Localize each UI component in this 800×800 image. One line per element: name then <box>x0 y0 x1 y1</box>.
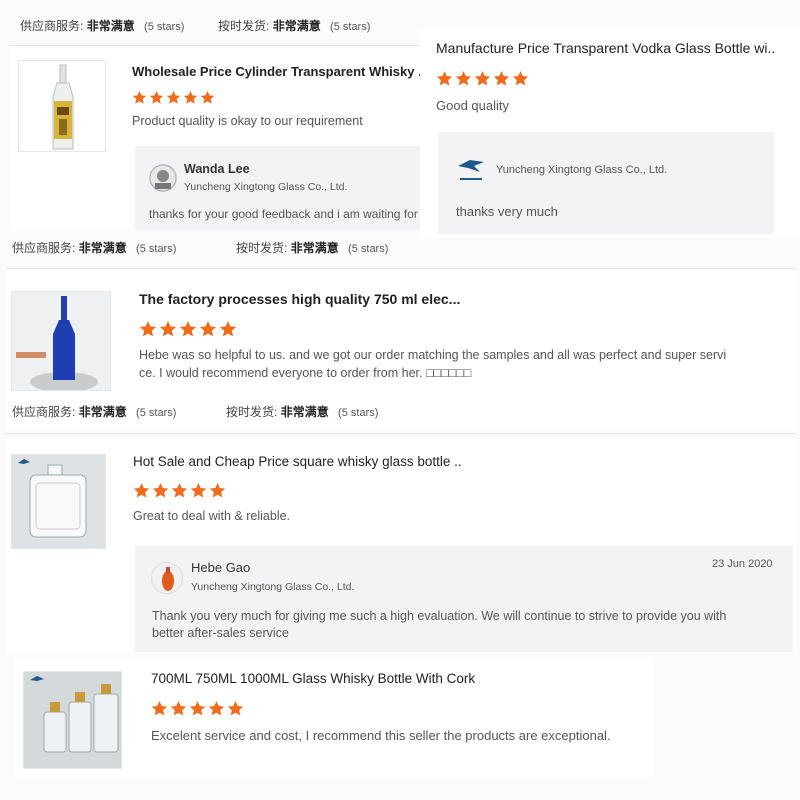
star-icon <box>189 700 206 717</box>
star-icon <box>455 70 472 87</box>
star-icon <box>493 70 510 87</box>
divider <box>6 433 796 434</box>
product-title-5[interactable]: 700ML 750ML 1000ML Glass Whisky Bottle W… <box>151 671 571 686</box>
star-icon <box>132 90 147 105</box>
review-text-3-line1: Hebe was so helpful to us. and we got ou… <box>139 348 727 362</box>
service-rating-3: 供应商服务: 非常满意 (5 stars) <box>12 405 177 419</box>
delivery-rating-2: 按时发货: 非常满意 (5 stars) <box>236 241 389 255</box>
star-icon <box>179 320 197 338</box>
reply-text-2: thanks very much <box>456 204 558 219</box>
divider <box>6 268 796 269</box>
star-icon <box>139 320 157 338</box>
avatar-icon <box>151 562 183 594</box>
rating-stars-5 <box>151 700 244 717</box>
product-title-1[interactable]: Wholesale Price Cylinder Transparent Whi… <box>132 64 422 79</box>
star-icon <box>200 90 215 105</box>
reply-company: Yuncheng Xingtong Glass Co., Ltd. <box>184 181 348 193</box>
star-icon <box>170 700 187 717</box>
reply-company: Yuncheng Xingtong Glass Co., Ltd. <box>191 581 355 593</box>
rating-stars-4 <box>133 482 226 499</box>
service-rating-2: 供应商服务: 非常满意 (5 stars) <box>12 241 177 255</box>
reply-text-4-line1: Thank you very much for giving me such a… <box>152 609 727 623</box>
blue-bottle-image <box>12 292 110 390</box>
star-icon <box>171 482 188 499</box>
avatar-icon <box>149 164 177 192</box>
reply-author-name: Wanda Lee <box>184 162 250 176</box>
review-text-1: Product quality is okay to our requireme… <box>132 114 363 128</box>
star-icon <box>219 320 237 338</box>
star-icon <box>209 482 226 499</box>
seller-reply-1: Wanda Lee Yuncheng Xingtong Glass Co., L… <box>135 146 420 230</box>
reply-text-4-line2: better after-sales service <box>152 626 289 640</box>
star-icon <box>474 70 491 87</box>
product-thumbnail-1[interactable] <box>18 60 106 152</box>
rating-stars-2 <box>436 70 529 87</box>
whisky-bottle-image <box>52 64 74 150</box>
rating-stars-1 <box>132 90 215 105</box>
delivery-rating-3: 按时发货: 非常满意 (5 stars) <box>226 405 379 419</box>
star-icon <box>133 482 150 499</box>
product-thumbnail-5[interactable] <box>23 671 122 769</box>
rating-stars-3 <box>139 320 237 338</box>
star-icon <box>166 90 181 105</box>
star-icon <box>208 700 225 717</box>
cork-bottles-image <box>24 672 121 768</box>
star-icon <box>183 90 198 105</box>
reply-author-name: Hebe Gao <box>191 560 251 575</box>
square-bottle-image <box>12 455 105 548</box>
star-icon <box>190 482 207 499</box>
product-title-4[interactable]: Hot Sale and Cheap Price square whisky g… <box>133 454 463 469</box>
divider <box>10 45 420 46</box>
company-logo-icon <box>456 156 486 184</box>
seller-reply-2: Yuncheng Xingtong Glass Co., Ltd. thanks… <box>438 132 774 234</box>
star-icon <box>199 320 217 338</box>
reply-date: 23 Jun 2020 <box>712 558 773 570</box>
review-text-4: Great to deal with & reliable. <box>133 509 291 523</box>
seller-reply-4: Hebe Gao Yuncheng Xingtong Glass Co., Lt… <box>135 545 793 652</box>
star-icon <box>149 90 164 105</box>
reply-company: Yuncheng Xingtong Glass Co., Ltd. <box>496 164 668 176</box>
star-icon <box>151 700 168 717</box>
product-title-3[interactable]: The factory processes high quality 750 m… <box>139 291 519 307</box>
product-title-2[interactable]: Manufacture Price Transparent Vodka Glas… <box>436 40 776 56</box>
review-text-5: Excelent service and cost, I recommend t… <box>151 728 611 743</box>
review-text-3-line2: ce. I would recommend everyone to order … <box>139 366 472 380</box>
product-thumbnail-3[interactable] <box>11 291 111 391</box>
star-icon <box>512 70 529 87</box>
star-icon <box>159 320 177 338</box>
service-rating-1: 供应商服务: 非常满意 (5 stars) <box>20 19 185 33</box>
delivery-rating-1: 按时发货: 非常满意 (5 stars) <box>218 19 371 33</box>
product-thumbnail-4[interactable] <box>11 454 106 549</box>
star-icon <box>227 700 244 717</box>
review-text-2: Good quality <box>436 98 509 113</box>
reply-text-1: thanks for your good feedback and i am w… <box>149 207 418 221</box>
star-icon <box>152 482 169 499</box>
star-icon <box>436 70 453 87</box>
